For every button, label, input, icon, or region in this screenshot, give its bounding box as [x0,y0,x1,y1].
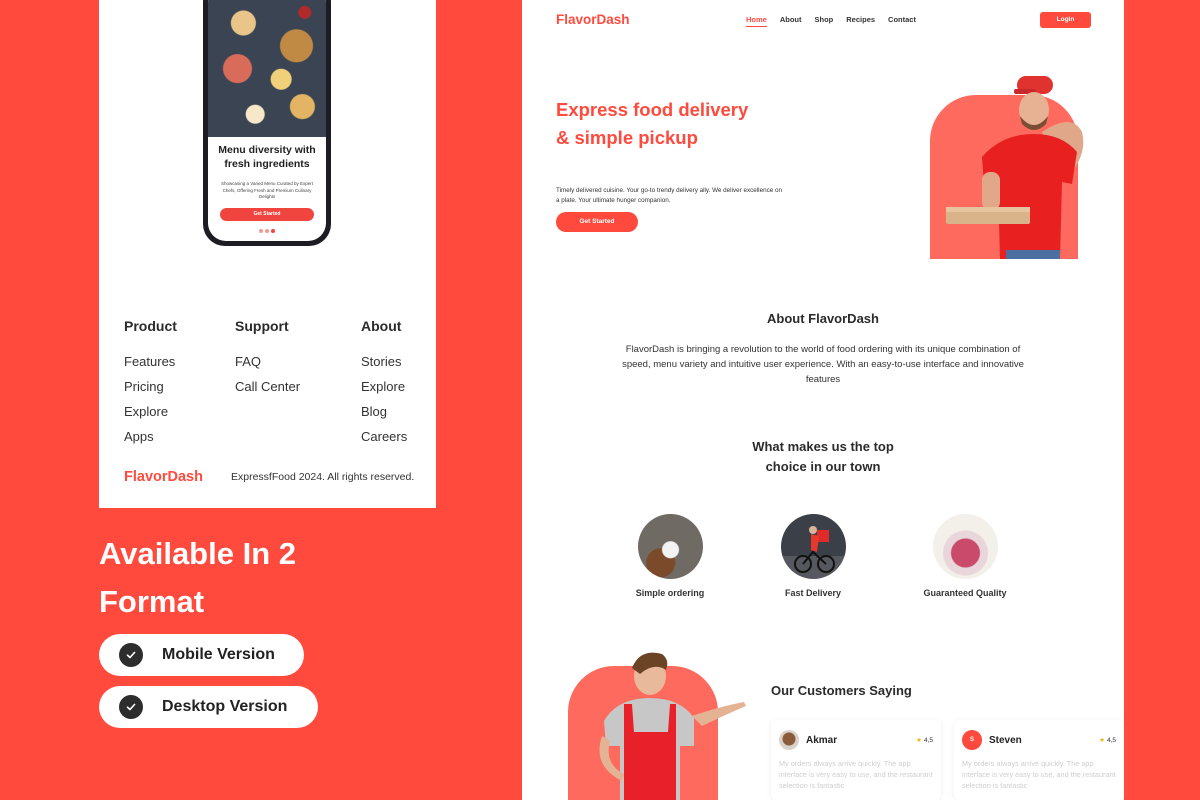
format-badge-desktop: Desktop Version [99,686,318,728]
review-text: My orders always arrive quickly. The app… [962,759,1116,790]
footer-column-product: Product Features Pricing Explore Apps [124,318,177,449]
feature-fast-delivery: Fast Delivery [743,514,883,598]
avatar [779,730,799,750]
nav-link-about[interactable]: About [780,15,802,27]
footer-copyright: ExpressfFood 2024. All rights reserved. [231,471,415,483]
nav-link-recipes[interactable]: Recipes [846,15,875,27]
reviewer-name: Akmar [806,734,838,746]
feature-guaranteed-quality: Guaranteed Quality [895,514,1035,598]
nav-link-contact[interactable]: Contact [888,15,916,27]
carousel-indicator [208,229,326,233]
review-card: Akmar ★ 4,5 My orders always arrive quick… [771,720,941,800]
brand-logo[interactable]: FlavorDash [556,12,630,27]
get-started-button[interactable]: Get Started [556,212,638,232]
bike-courier-image [780,514,846,579]
format-label: Mobile Version [162,646,275,663]
footer-link-apps[interactable]: Apps [124,424,177,449]
footer-column-title: About [361,318,402,334]
nav-link-home[interactable]: Home [746,15,767,27]
footer-brand-logo[interactable]: FlavorDash [124,469,203,485]
check-icon [119,695,143,719]
footer-link-call-center[interactable]: Call Center [235,374,300,399]
review-text: My orders always arrive quickly. The app… [779,759,933,790]
get-started-button[interactable]: Get Started [220,208,314,221]
avatar: S [962,730,982,750]
quality-stamp-image [932,514,998,579]
check-icon [119,643,143,667]
chef-image [599,652,746,800]
rating: ★ 4,5 [916,736,933,744]
star-icon: ★ [916,737,922,744]
phone-ordering-image [637,514,703,579]
feature-label: Fast Delivery [784,588,842,598]
footer-link-careers[interactable]: Careers [361,424,407,449]
desktop-preview-panel: FlavorDash Home About Shop Recipes Conta… [522,0,1124,800]
footer-column-title: Product [124,318,177,334]
onboarding-title: Menu diversity with fresh ingredients [218,144,316,170]
footer-column-support: Support FAQ Call Center [235,318,300,399]
phone-screen: Menu diversity with fresh ingredients Sh… [208,0,326,241]
about-title: About FlavorDash [767,311,879,326]
delivery-man-image [946,76,1084,259]
feature-label: Simple ordering [635,588,705,598]
mobile-preview-panel: Menu diversity with fresh ingredients Sh… [99,0,436,508]
format-badge-mobile: Mobile Version [99,634,304,676]
footer-column-title: Support [235,318,289,334]
footer-link-pricing[interactable]: Pricing [124,374,177,399]
rating: ★ 4,5 [1099,736,1116,744]
footer-link-faq[interactable]: FAQ [235,349,300,374]
rating-value: 4,5 [923,737,933,744]
footer-link-explore[interactable]: Explore [361,374,407,399]
formats-heading: Available In 2 Format [99,536,296,619]
format-label: Desktop Version [162,698,288,715]
hero-title: Express food delivery & simple pickup [556,99,749,148]
why-us-title: What makes us the top choice in our town [522,437,1124,477]
about-text: FlavorDash is bringing a revolution to t… [622,344,1024,385]
carousel-dot[interactable] [265,229,269,233]
why-us-title-line: What makes us the top [752,439,894,454]
review-card: S Steven ★ 4,5 My orders always arrive qu… [954,720,1124,800]
onboarding-description: Showcasing a Varied Menu Curated by Expe… [221,181,313,199]
nav-link-shop[interactable]: Shop [815,15,834,27]
feature-label: Guaranteed Quality [923,588,1007,598]
phone-mockup: Menu diversity with fresh ingredients Sh… [203,0,331,246]
food-spread-image [208,0,326,137]
reviews-title: Our Customers Saying [771,683,912,698]
footer-column-about: About Stories Explore Blog Careers [361,318,407,449]
footer-link-features[interactable]: Features [124,349,177,374]
why-us-title-line: choice in our town [765,459,881,474]
carousel-dot-active[interactable] [271,229,275,233]
star-icon: ★ [1099,737,1105,744]
footer-link-stories[interactable]: Stories [361,349,407,374]
main-nav: Home About Shop Recipes Contact [746,15,916,27]
footer-link-explore[interactable]: Explore [124,399,177,424]
footer-link-blog[interactable]: Blog [361,399,407,424]
carousel-dot[interactable] [259,229,263,233]
rating-value: 4,5 [1106,737,1116,744]
feature-simple-ordering: Simple ordering [600,514,740,598]
hero-description: Timely delivered cuisine. Your go-to tre… [556,187,782,204]
login-button[interactable]: Login [1040,12,1091,28]
reviewer-name: Steven [989,734,1022,746]
